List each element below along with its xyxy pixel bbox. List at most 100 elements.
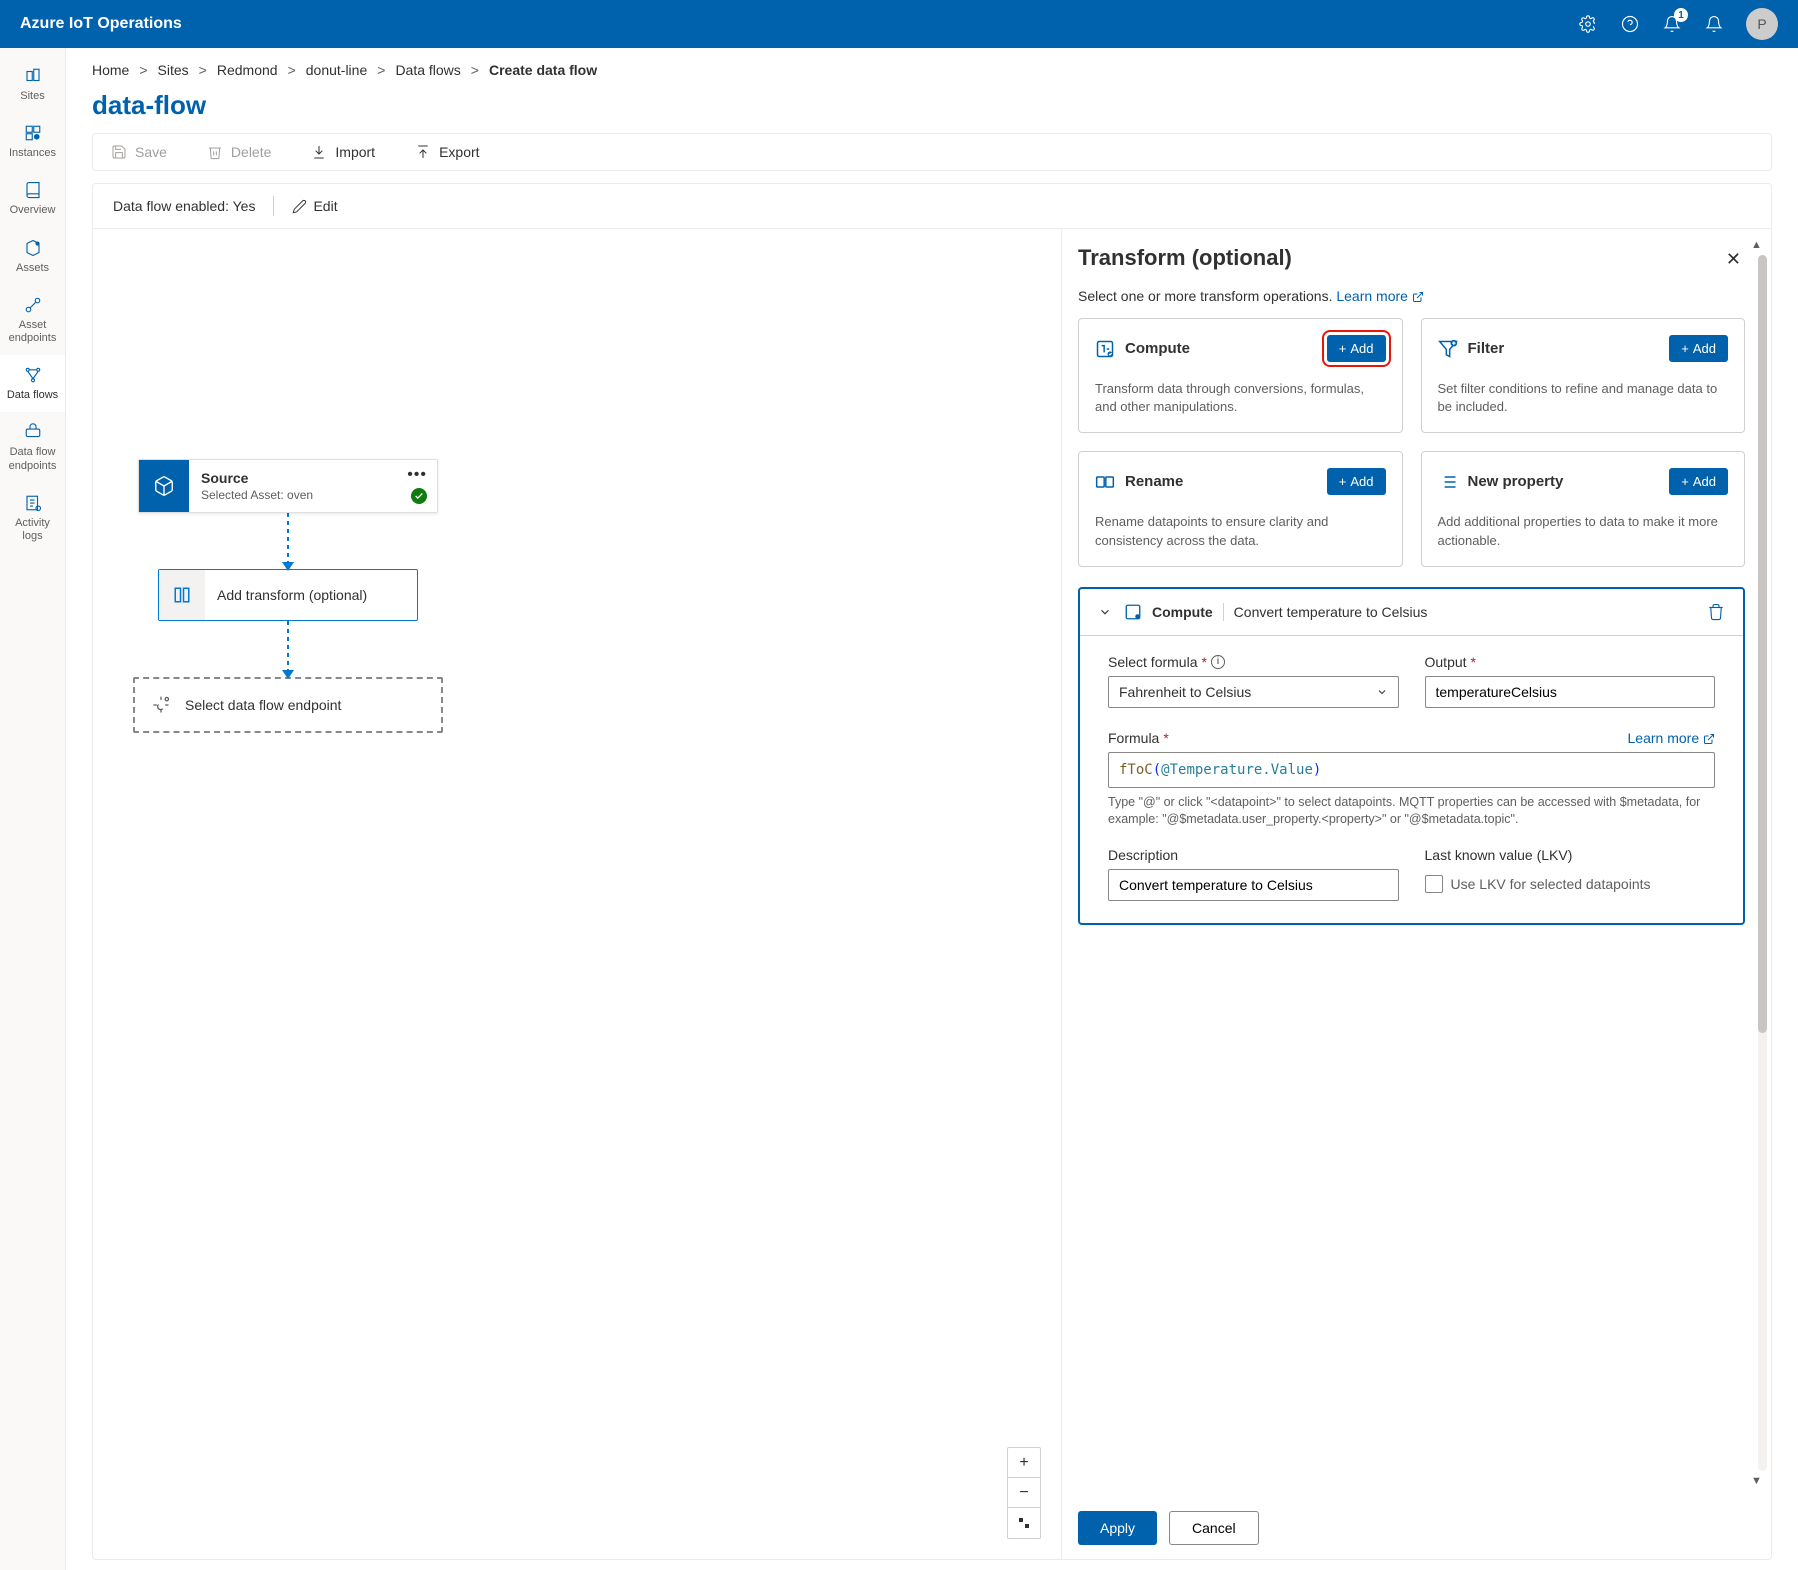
compute-icon	[1124, 603, 1142, 621]
status-row: Data flow enabled: Yes Edit	[93, 184, 1771, 229]
compute-card: Compute +Add Transform data through conv…	[1078, 318, 1403, 433]
newprop-icon	[1438, 472, 1458, 492]
save-button: Save	[111, 144, 167, 160]
sidebar-item-instances[interactable]: Instances	[0, 113, 65, 170]
trash-icon[interactable]	[1707, 603, 1725, 621]
data-flows-icon	[23, 365, 43, 385]
sidebar-item-assets[interactable]: Assets	[0, 228, 65, 285]
compute-head-desc: Convert temperature to Celsius	[1234, 604, 1428, 620]
settings-icon[interactable]	[1578, 14, 1598, 34]
transform-node[interactable]: Add transform (optional)	[158, 569, 418, 621]
op-description: Add additional properties to data to mak…	[1438, 513, 1729, 549]
zoom-out-button[interactable]: −	[1008, 1478, 1040, 1508]
sidebar-item-label: Overview	[10, 204, 56, 217]
sidebar-item-sites[interactable]: Sites	[0, 56, 65, 113]
avatar[interactable]: P	[1746, 8, 1778, 40]
scrollbar[interactable]	[1758, 255, 1767, 1471]
edit-label: Edit	[313, 198, 337, 214]
zoom-fit-button[interactable]	[1008, 1508, 1040, 1538]
op-name-label: Rename	[1125, 473, 1183, 490]
source-subtitle: Selected Asset: oven	[201, 488, 425, 502]
check-icon	[411, 488, 427, 504]
endpoint-node[interactable]: Select data flow endpoint	[133, 677, 443, 733]
op-name-label: Compute	[1125, 340, 1190, 357]
add-rename-button[interactable]: +Add	[1327, 468, 1386, 495]
endpoint-label: Select data flow endpoint	[185, 697, 341, 713]
filter-card: Filter +Add Set filter conditions to ref…	[1421, 318, 1746, 433]
lkv-checkbox-label: Use LKV for selected datapoints	[1451, 876, 1651, 892]
sidebar-item-overview[interactable]: Overview	[0, 170, 65, 227]
endpoint-icon	[151, 695, 171, 715]
breadcrumb-item[interactable]: Redmond	[217, 62, 278, 78]
description-label: Description	[1108, 847, 1399, 863]
flow-canvas[interactable]: Source Selected Asset: oven ••• Add tran…	[93, 229, 1061, 1559]
zoom-controls: + −	[1007, 1447, 1041, 1539]
output-label: Output *	[1425, 654, 1716, 670]
formula-select-label: Select formula * i	[1108, 654, 1399, 670]
op-name-label: Filter	[1468, 340, 1505, 357]
output-input[interactable]	[1425, 676, 1716, 708]
sidebar-item-dataflow-endpoints[interactable]: Data flow endpoints	[0, 412, 65, 482]
breadcrumb-item[interactable]: donut-line	[306, 62, 368, 78]
dataflow-endpoints-icon	[23, 422, 43, 442]
breadcrumb-item[interactable]: Home	[92, 62, 129, 78]
bell-icon[interactable]	[1704, 14, 1724, 34]
help-icon[interactable]	[1620, 14, 1640, 34]
transform-icon	[159, 570, 205, 620]
export-button[interactable]: Export	[415, 144, 479, 160]
rename-icon	[1095, 472, 1115, 492]
import-button[interactable]: Import	[311, 144, 375, 160]
breadcrumb-item-current: Create data flow	[489, 62, 597, 78]
cube-icon	[139, 460, 189, 512]
close-icon[interactable]: ✕	[1722, 245, 1745, 274]
source-node[interactable]: Source Selected Asset: oven •••	[138, 459, 438, 513]
apply-button[interactable]: Apply	[1078, 1511, 1157, 1545]
add-newprop-button[interactable]: +Add	[1669, 468, 1728, 495]
formula-input[interactable]: fToC(@Temperature.Value)	[1108, 752, 1715, 788]
transform-label: Add transform (optional)	[205, 573, 379, 617]
compute-icon	[1095, 339, 1115, 359]
panel-description: Select one or more transform operations.…	[1078, 288, 1745, 304]
add-filter-button[interactable]: +Add	[1669, 335, 1728, 362]
chevron-down-icon[interactable]	[1098, 605, 1112, 619]
page-title: data-flow	[92, 90, 1772, 121]
notification-badge: 1	[1674, 8, 1688, 22]
lkv-checkbox[interactable]	[1425, 875, 1443, 893]
sidebar-item-label: Asset endpoints	[4, 319, 61, 345]
rename-card: Rename +Add Rename datapoints to ensure …	[1078, 451, 1403, 566]
formula-learn-more-link[interactable]: Learn more	[1628, 730, 1715, 746]
lkv-label: Last known value (LKV)	[1425, 847, 1716, 863]
connector	[287, 621, 289, 677]
zoom-in-button[interactable]: +	[1008, 1448, 1040, 1478]
op-description: Rename datapoints to ensure clarity and …	[1095, 513, 1386, 549]
breadcrumb-item[interactable]: Sites	[158, 62, 189, 78]
formula-select[interactable]: Fahrenheit to Celsius	[1108, 676, 1399, 708]
toolbar-label: Save	[135, 144, 167, 160]
header-actions: 1 P	[1578, 8, 1778, 40]
sidebar-item-label: Instances	[9, 147, 56, 160]
overview-icon	[23, 180, 43, 200]
instances-icon	[23, 123, 43, 143]
add-compute-button[interactable]: +Add	[1327, 335, 1386, 362]
info-icon[interactable]: i	[1211, 655, 1225, 669]
source-title: Source	[201, 470, 425, 486]
bell-badge-icon[interactable]: 1	[1662, 14, 1682, 34]
op-description: Set filter conditions to refine and mana…	[1438, 380, 1729, 416]
learn-more-link[interactable]: Learn more	[1336, 288, 1423, 304]
breadcrumb: Home> Sites> Redmond> donut-line> Data f…	[92, 62, 1772, 78]
edit-button[interactable]: Edit	[292, 198, 337, 214]
sidebar-item-data-flows[interactable]: Data flows	[0, 355, 65, 412]
sites-icon	[23, 66, 43, 86]
sidebar-item-asset-endpoints[interactable]: Asset endpoints	[0, 285, 65, 355]
sidebar-item-label: Assets	[16, 262, 49, 275]
description-input[interactable]	[1108, 869, 1399, 901]
sidebar-item-activity-logs[interactable]: Activity logs	[0, 483, 65, 553]
assets-icon	[23, 238, 43, 258]
toolbar-label: Import	[335, 144, 375, 160]
panel-footer: Apply Cancel	[1062, 1497, 1771, 1559]
panel-title: Transform (optional)	[1078, 245, 1292, 271]
cancel-button[interactable]: Cancel	[1169, 1511, 1259, 1545]
breadcrumb-item[interactable]: Data flows	[395, 62, 460, 78]
delete-button: Delete	[207, 144, 271, 160]
more-icon[interactable]: •••	[407, 466, 427, 484]
